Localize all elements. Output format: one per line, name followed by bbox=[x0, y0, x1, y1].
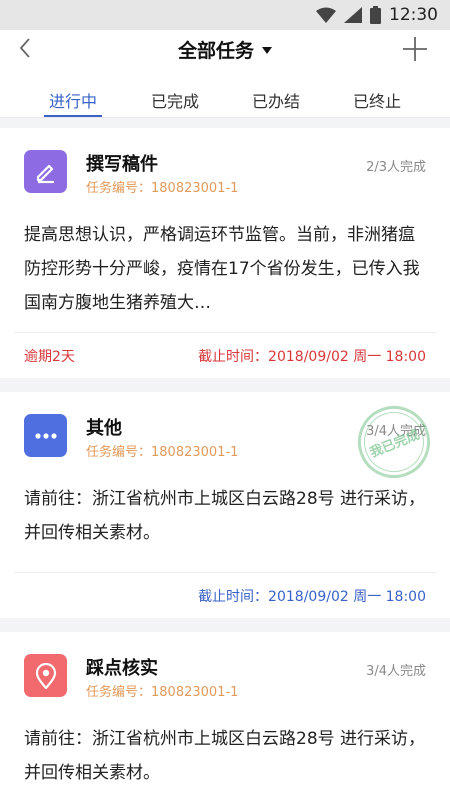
more-icon bbox=[24, 414, 67, 457]
card-header: 撰写稿件 任务编号：180823001-1 2/3人完成 bbox=[0, 128, 450, 208]
status-tabs: 进行中 已完成 已办结 已终止 bbox=[0, 86, 450, 118]
signal-icon bbox=[344, 7, 362, 23]
location-pin-icon bbox=[24, 654, 67, 697]
tab-label: 已终止 bbox=[352, 92, 401, 111]
card-title: 踩点核实 bbox=[86, 658, 158, 679]
task-code: 任务编号：180823001-1 bbox=[86, 685, 239, 700]
title-dropdown[interactable]: 全部任务 bbox=[0, 36, 450, 63]
task-card[interactable]: 其他 任务编号：180823001-1 3/4人完成 我已完成 请前往：浙江省杭… bbox=[0, 392, 450, 618]
deadline: 截止时间：2018/09/02 周一 18:00 bbox=[198, 589, 426, 605]
task-code: 任务编号：180823001-1 bbox=[86, 445, 239, 460]
card-header: 其他 任务编号：180823001-1 3/4人完成 我已完成 bbox=[0, 392, 450, 489]
task-code: 任务编号：180823001-1 bbox=[86, 181, 239, 196]
task-card[interactable]: 撰写稿件 任务编号：180823001-1 2/3人完成 提高思想认识，严格调运… bbox=[0, 128, 450, 378]
completion-count: 2/3人完成 bbox=[366, 160, 426, 175]
task-card[interactable]: 踩点核实 任务编号：180823001-1 3/4人完成 请前往：浙江省杭州市上… bbox=[0, 632, 450, 800]
app-header: 全部任务 进行中 已完成 已办结 已终止 bbox=[0, 30, 450, 118]
tab-terminated[interactable]: 已终止 bbox=[332, 88, 422, 112]
card-title: 撰写稿件 bbox=[86, 154, 158, 175]
status-time: 12:30 bbox=[389, 5, 438, 25]
tab-in-progress[interactable]: 进行中 bbox=[28, 88, 118, 117]
overdue-label: 逾期2天 bbox=[24, 349, 75, 365]
completion-count: 3/4人完成 bbox=[366, 664, 426, 679]
tab-label: 进行中 bbox=[48, 92, 97, 111]
card-title: 其他 bbox=[86, 418, 122, 439]
stamp-ring: 我已完成 bbox=[354, 402, 434, 482]
edit-icon bbox=[24, 150, 67, 193]
add-icon[interactable] bbox=[402, 36, 428, 62]
battery-icon bbox=[370, 6, 381, 24]
deadline: 截止时间：2018/09/02 周一 18:00 bbox=[198, 349, 426, 365]
status-icons: 12:30 bbox=[316, 5, 438, 25]
status-bar: 12:30 bbox=[0, 0, 450, 30]
task-description: 请前往：浙江省杭州市上城区白云路28号 进行采访，并回传相关素材。 bbox=[24, 489, 426, 543]
tab-label: 已办结 bbox=[251, 92, 300, 111]
wifi-icon bbox=[316, 7, 336, 23]
tab-label: 已完成 bbox=[150, 92, 199, 111]
tab-closed[interactable]: 已办结 bbox=[231, 88, 321, 112]
card-header: 踩点核实 任务编号：180823001-1 3/4人完成 bbox=[0, 632, 450, 712]
tab-completed[interactable]: 已完成 bbox=[130, 88, 220, 112]
task-description: 请前往：浙江省杭州市上城区白云路28号 进行采访，并回传相关素材。 bbox=[24, 729, 426, 783]
card-footer: 逾期2天 截止时间：2018/09/02 周一 18:00 bbox=[14, 332, 436, 380]
stamp-text: 我已完成 bbox=[367, 427, 422, 461]
page-title: 全部任务 bbox=[177, 40, 254, 62]
caret-down-icon bbox=[262, 47, 272, 54]
task-description: 提高思想认识，严格调运环节监管。当前，非洲猪瘟防控形势十分严峻，疫情在17个省份… bbox=[24, 225, 420, 313]
active-tab-indicator bbox=[44, 115, 102, 117]
card-footer: 截止时间：2018/09/02 周一 18:00 bbox=[14, 572, 436, 620]
